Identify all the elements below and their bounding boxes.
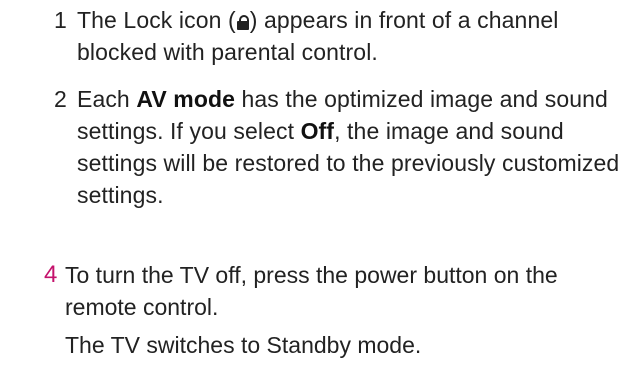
footnote-number: 1 [54, 7, 67, 33]
step-4: 4 To turn the TV off, press the power bu… [44, 259, 624, 361]
footnote-1: 1 The Lock icon () appears in front of a… [54, 4, 624, 68]
footnote-text: The Lock icon () appears in front of a c… [77, 7, 559, 65]
footnote-number: 2 [54, 86, 67, 112]
footnote-2: 2 Each AV mode has the optimized image a… [54, 83, 624, 211]
step-result: The TV switches to Standby mode. [65, 332, 422, 358]
footnote-text: Each AV mode has the optimized image and… [77, 86, 620, 208]
keyword-off: Off [300, 118, 335, 144]
step-instruction: To turn the TV off, press the power butt… [65, 262, 558, 320]
manual-page: 1 The Lock icon () appears in front of a… [0, 0, 624, 392]
keyword-av-mode: AV mode [136, 86, 236, 112]
lock-icon [236, 15, 249, 30]
step-number: 4 [44, 261, 58, 288]
